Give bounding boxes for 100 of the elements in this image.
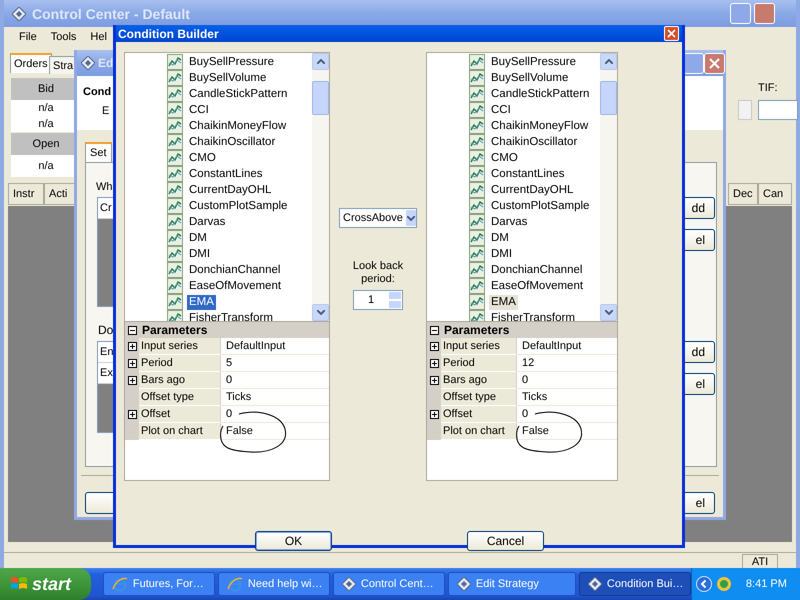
property-name: Offset	[441, 406, 517, 423]
scroll-down-icon[interactable]	[600, 304, 617, 321]
list-item[interactable]: CustomPlotSample	[489, 198, 592, 214]
list-item[interactable]: EaseOfMovement	[489, 278, 586, 294]
property-value[interactable]: 0	[226, 374, 232, 386]
scroll-thumb[interactable]	[600, 81, 617, 115]
property-value[interactable]: Ticks	[522, 391, 548, 403]
scroll-thumb[interactable]	[312, 81, 329, 115]
scroll-up-icon[interactable]	[600, 53, 617, 70]
scroll-down-icon[interactable]	[312, 304, 329, 321]
operator-dropdown[interactable]: CrossAbove	[339, 208, 417, 228]
chevron-icon[interactable]	[696, 576, 712, 592]
property-value[interactable]: 0	[522, 374, 528, 386]
list-item[interactable]: CurrentDayOHL	[187, 182, 274, 198]
list-item[interactable]: DM	[187, 230, 209, 246]
expand-icon[interactable]	[430, 410, 438, 418]
column-header[interactable]: Instr	[8, 183, 44, 205]
taskbar-button[interactable]: Futures, For…	[102, 572, 215, 596]
tab[interactable]: Set	[85, 142, 112, 162]
list-item[interactable]: CMO	[489, 150, 520, 166]
property-value[interactable]: False	[226, 425, 253, 437]
collapse-icon[interactable]	[430, 326, 439, 334]
column-header[interactable]: Can	[758, 183, 792, 205]
chart-icon	[167, 102, 183, 118]
list-item[interactable]: CMO	[187, 150, 218, 166]
list-item[interactable]: FisherTransform	[489, 310, 577, 321]
taskbar-button[interactable]: Edit Strategy	[448, 572, 576, 596]
list-item[interactable]: ConstantLines	[489, 166, 567, 182]
taskbar-button[interactable]: Control Cent…	[332, 572, 445, 596]
property-value[interactable]: Ticks	[226, 391, 252, 403]
property-name: Offset	[139, 406, 221, 423]
taskbar-button[interactable]: Need help wi…	[218, 572, 330, 596]
column-header[interactable]: Dec	[728, 183, 758, 205]
menu-item[interactable]: File	[12, 29, 44, 45]
list-item[interactable]: Darvas	[187, 214, 228, 230]
menu-item[interactable]: Hel	[83, 29, 114, 45]
scroll-up-icon[interactable]	[312, 53, 329, 70]
list-item[interactable]: DonchianChannel	[187, 262, 282, 278]
property-value[interactable]: DefaultInput	[226, 340, 286, 352]
list-item[interactable]: BuySellPressure	[187, 54, 276, 70]
property-value[interactable]: DefaultInput	[522, 340, 582, 352]
start-button[interactable]: start	[0, 568, 91, 600]
scrollbar[interactable]	[312, 53, 329, 321]
chart-icon	[167, 86, 183, 102]
list-item[interactable]: BuySellVolume	[187, 70, 268, 86]
chart-icon	[469, 150, 485, 166]
expand-icon[interactable]	[430, 342, 438, 350]
list-item[interactable]: BuySellPressure	[489, 54, 578, 70]
chart-icon	[469, 166, 485, 182]
expand-icon[interactable]	[128, 342, 136, 350]
list-item[interactable]: DM	[489, 230, 511, 246]
property-value[interactable]: 0	[522, 408, 528, 420]
menu-item[interactable]: Tools	[44, 29, 84, 45]
list-item[interactable]: CustomPlotSample	[187, 198, 290, 214]
chart-icon	[167, 246, 183, 262]
list-item[interactable]: FisherTransform	[187, 310, 275, 321]
lookback-spinner[interactable]: 1	[353, 290, 403, 310]
property-value[interactable]: False	[522, 425, 549, 437]
list-item[interactable]: ChaikinOscillator	[489, 134, 580, 150]
close-button[interactable]	[754, 3, 775, 24]
indicator-list[interactable]	[427, 53, 617, 322]
list-item[interactable]: EMA	[187, 294, 216, 310]
list-item[interactable]: CurrentDayOHL	[489, 182, 576, 198]
table-cell: n/a	[38, 102, 54, 114]
cancel-button[interactable]: Cancel	[467, 531, 544, 551]
list-item[interactable]: ChaikinMoneyFlow	[489, 118, 590, 134]
expand-icon[interactable]	[430, 376, 438, 384]
scrollbar[interactable]	[600, 53, 617, 321]
input-field[interactable]	[758, 100, 798, 120]
list-item[interactable]: DonchianChannel	[489, 262, 584, 278]
list-item[interactable]: ChaikinOscillator	[187, 134, 278, 150]
list-item[interactable]: EMA	[489, 294, 518, 310]
expand-icon[interactable]	[128, 410, 136, 418]
field-label: Look back period:	[352, 260, 404, 286]
taskbar-button[interactable]: Condition Bui…	[578, 572, 691, 596]
list-item[interactable]: CandleStickPattern	[187, 86, 290, 102]
list-item[interactable]: DMI	[187, 246, 212, 262]
indicator-list[interactable]	[125, 53, 329, 322]
list-item[interactable]: ConstantLines	[187, 166, 265, 182]
property-value[interactable]: 12	[522, 357, 534, 369]
tab[interactable]: Orders	[10, 53, 52, 73]
expand-icon[interactable]	[128, 376, 136, 384]
close-button[interactable]	[664, 26, 679, 41]
property-value[interactable]: 0	[226, 408, 232, 420]
list-item[interactable]: ChaikinMoneyFlow	[187, 118, 288, 134]
ok-button[interactable]: OK	[255, 531, 332, 551]
list-item[interactable]: CCI	[489, 102, 513, 118]
list-item[interactable]: CandleStickPattern	[489, 86, 592, 102]
expand-icon[interactable]	[430, 358, 438, 368]
caret-icon[interactable]	[406, 210, 416, 226]
section-title: Parameters	[444, 323, 510, 337]
property-value[interactable]: 5	[226, 357, 232, 369]
list-item[interactable]: DMI	[489, 246, 514, 262]
list-item[interactable]: Darvas	[489, 214, 530, 230]
collapse-icon[interactable]	[128, 326, 137, 334]
list-item[interactable]: BuySellVolume	[489, 70, 570, 86]
maximize-button[interactable]	[683, 53, 704, 74]
list-item[interactable]: CCI	[187, 102, 211, 118]
list-item[interactable]: EaseOfMovement	[187, 278, 284, 294]
expand-icon[interactable]	[128, 358, 136, 368]
